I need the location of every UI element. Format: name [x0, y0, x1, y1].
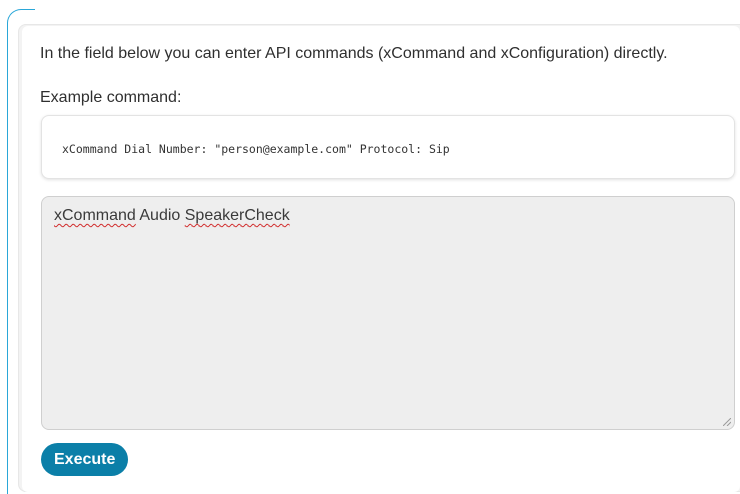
command-word-xcommand: xCommand [54, 207, 136, 224]
example-command-code: xCommand Dial Number: "person@example.co… [62, 142, 450, 156]
command-word-speakercheck: SpeakerCheck [184, 207, 290, 224]
command-textarea[interactable]: xCommand Audio SpeakerCheck [41, 196, 735, 430]
example-command-box: xCommand Dial Number: "person@example.co… [41, 115, 735, 179]
example-label: Example command: [40, 89, 182, 106]
command-input-value: xCommand Audio SpeakerCheck [54, 207, 290, 225]
resize-handle-icon[interactable] [723, 418, 731, 426]
command-word-audio: Audio [139, 207, 181, 224]
description-text: In the field below you can enter API com… [40, 45, 668, 62]
execute-button[interactable]: Execute [41, 443, 129, 476]
